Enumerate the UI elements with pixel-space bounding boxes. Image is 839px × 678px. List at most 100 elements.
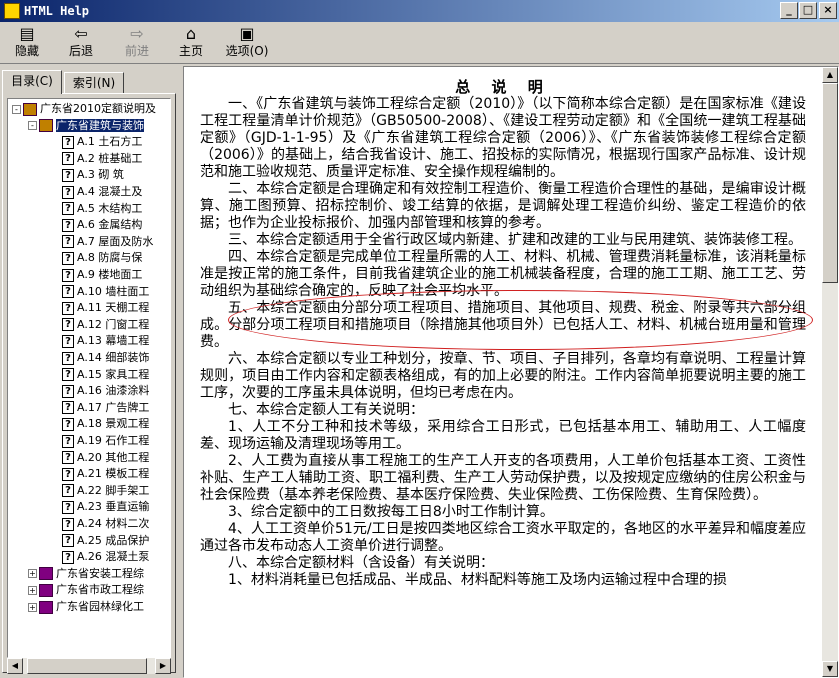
window-title: HTML Help bbox=[24, 4, 90, 18]
help-page-icon: ? bbox=[62, 384, 74, 398]
tab-contents[interactable]: 目录(C) bbox=[2, 70, 62, 94]
tree-item[interactable]: + 广东省市政工程综 bbox=[28, 582, 144, 598]
tree-item[interactable]: ? A.22 脚手架工 bbox=[62, 483, 149, 499]
back-arrow-icon: ⇦ bbox=[74, 24, 88, 43]
tree-item[interactable]: - 广东省建筑与装饰 bbox=[28, 118, 144, 134]
expand-icon[interactable]: + bbox=[28, 602, 37, 612]
help-page-icon: ? bbox=[62, 152, 74, 166]
scroll-thumb[interactable] bbox=[27, 658, 147, 674]
back-button[interactable]: ⇦ 后退 bbox=[58, 24, 104, 62]
tree-item[interactable]: ? A.19 石作工程 bbox=[62, 433, 149, 449]
tree-horizontal-scrollbar[interactable]: ◀ ▶ bbox=[7, 658, 171, 674]
tree-item-label: A.4 混凝土及 bbox=[77, 185, 143, 198]
help-page-icon: ? bbox=[62, 285, 74, 299]
close-button[interactable]: × bbox=[819, 2, 837, 19]
tree-item[interactable]: ? A.18 景观工程 bbox=[62, 416, 149, 432]
tree-item-label: A.16 油漆涂料 bbox=[77, 384, 150, 398]
open-book-icon bbox=[39, 119, 53, 133]
scroll-left-icon[interactable]: ◀ bbox=[7, 658, 23, 674]
content-vertical-scrollbar[interactable]: ▲ ▼ bbox=[822, 67, 838, 677]
tree-item[interactable]: ? A.11 天棚工程 bbox=[62, 300, 149, 316]
tree-item-label: A.12 门窗工程 bbox=[77, 317, 150, 331]
expand-icon[interactable]: + bbox=[28, 569, 37, 579]
minimize-button[interactable]: _ bbox=[780, 2, 798, 19]
scroll-thumb[interactable] bbox=[822, 83, 838, 283]
tree-item[interactable]: ? A.17 广告牌工 bbox=[62, 400, 149, 416]
home-button[interactable]: ⌂ 主页 bbox=[168, 24, 214, 62]
contents-tree: - 广东省2010定额说明及 - 广东省建筑与装饰? A.1 土石方工? A.2 桩基础工… bbox=[7, 98, 171, 658]
scroll-down-icon[interactable]: ▼ bbox=[822, 661, 838, 677]
document-paragraph: 1、材料消耗量已包括成品、半成品、材料配料等施工及场内运输过程中合理的损 bbox=[228, 572, 727, 588]
open-book-icon bbox=[23, 102, 37, 116]
tree-item-label: 广东省市政工程综 bbox=[56, 583, 144, 597]
tree-item[interactable]: ? A.10 墙柱面工 bbox=[62, 284, 149, 300]
tree-item-label: A.11 天棚工程 bbox=[77, 301, 150, 315]
tree-item[interactable]: ? A.1 土石方工 bbox=[62, 134, 142, 150]
collapse-icon[interactable]: - bbox=[12, 104, 21, 114]
options-button[interactable]: ▣ 选项(O) bbox=[220, 24, 274, 62]
tree-item[interactable]: ? A.4 混凝土及 bbox=[62, 184, 142, 200]
tree-item-label: A.25 成品保护 bbox=[77, 533, 150, 547]
tree-item[interactable]: ? A.14 细部装饰 bbox=[62, 350, 149, 366]
tree-item[interactable]: ? A.15 家具工程 bbox=[62, 367, 149, 383]
collapse-icon[interactable]: - bbox=[28, 121, 37, 131]
scroll-right-icon[interactable]: ▶ bbox=[155, 658, 171, 674]
help-page-icon: ? bbox=[62, 218, 74, 232]
tree-item[interactable]: ? A.20 其他工程 bbox=[62, 450, 149, 466]
tree-item-label: A.22 脚手架工 bbox=[77, 483, 150, 497]
tree-item-label: A.1 土石方工 bbox=[77, 135, 143, 149]
help-page-icon: ? bbox=[62, 417, 74, 431]
topic-content: 总 说 明 一、《广东省建筑与装饰工程综合定额（2010）》（以下简称本综合定额… bbox=[183, 66, 839, 678]
document-paragraph: 4、人工工资单价51元/工日是按四类地区综合工资水平取定的，各地区的水平差异和幅… bbox=[200, 521, 806, 554]
tree-item-label: 广东省安装工程综 bbox=[56, 566, 144, 580]
help-page-icon: ? bbox=[62, 401, 74, 415]
tree-item[interactable]: ? A.9 楼地面工 bbox=[62, 267, 142, 283]
tree-item-label: A.14 细部装饰 bbox=[77, 351, 150, 364]
tree-item[interactable]: - 广东省2010定额说明及 bbox=[12, 101, 156, 117]
tree-item[interactable]: ? A.5 木结构工 bbox=[62, 201, 142, 217]
tab-index[interactable]: 索引(N) bbox=[64, 72, 124, 94]
hide-button[interactable]: ▤ 隐藏 bbox=[4, 24, 50, 62]
page-title: 总 说 明 bbox=[455, 78, 551, 96]
help-page-icon: ? bbox=[62, 235, 74, 249]
tree-item[interactable]: + 广东省安装工程综 bbox=[28, 566, 144, 582]
tree-item[interactable]: ? A.6 金属结构 bbox=[62, 217, 142, 233]
tree-item[interactable]: ? A.24 材料二次 bbox=[62, 516, 149, 532]
document-paragraph: 1、人工不分工种和技术等级，采用综合工日形式，已包括基本用工、辅助用工、人工幅度… bbox=[200, 419, 806, 452]
tree-item[interactable]: ? A.16 油漆涂料 bbox=[62, 383, 149, 399]
forward-button[interactable]: ⇨ 前进 bbox=[114, 24, 160, 62]
tree-item[interactable]: ? A.8 防腐与保 bbox=[62, 250, 142, 266]
tree-item-label: A.15 家具工程 bbox=[77, 367, 150, 381]
tree-item[interactable]: ? A.23 垂直运输 bbox=[62, 499, 149, 515]
maximize-button[interactable]: □ bbox=[799, 2, 817, 19]
expand-icon[interactable]: + bbox=[28, 585, 37, 595]
tree-item[interactable]: ? A.26 混凝土泵 bbox=[62, 549, 149, 565]
tree-item-label: A.9 楼地面工 bbox=[77, 268, 143, 281]
document-paragraph: 八、本综合定额材料（含设备）有关说明： bbox=[228, 555, 494, 571]
tree-item[interactable]: ? A.2 桩基础工 bbox=[62, 151, 142, 167]
tree-item[interactable]: ? A.21 模板工程 bbox=[62, 466, 149, 482]
tree-item-label: A.6 金属结构 bbox=[77, 218, 143, 232]
help-page-icon: ? bbox=[62, 434, 74, 448]
help-page-icon: ? bbox=[62, 168, 74, 182]
tree-item-label: A.10 墙柱面工 bbox=[77, 284, 150, 298]
tree-item[interactable]: + 广东省园林绿化工 bbox=[28, 599, 144, 615]
tree-item-label: A.17 广告牌工 bbox=[77, 400, 150, 414]
scroll-up-icon[interactable]: ▲ bbox=[822, 67, 838, 83]
closed-book-icon bbox=[39, 600, 53, 614]
tree-item[interactable]: ? A.3 砌 筑 bbox=[62, 167, 124, 183]
tree-item[interactable]: ? A.12 门窗工程 bbox=[62, 317, 149, 333]
forward-arrow-icon: ⇨ bbox=[130, 24, 144, 43]
tree-item[interactable]: ? A.13 幕墙工程 bbox=[62, 333, 149, 349]
help-page-icon: ? bbox=[62, 351, 74, 365]
tree-item[interactable]: ? A.25 成品保护 bbox=[62, 533, 149, 549]
tree-item-label: A.24 材料二次 bbox=[77, 517, 150, 530]
tree-item-label: A.21 模板工程 bbox=[77, 467, 150, 481]
tree-item-label: A.3 砌 筑 bbox=[77, 168, 124, 182]
navigation-pane: 目录(C) 索引(N) - 广东省2010定额说明及 - 广东省建筑与装饰? A.1 土… bbox=[0, 66, 178, 678]
help-page-icon: ? bbox=[62, 268, 74, 282]
contents-panel: - 广东省2010定额说明及 - 广东省建筑与装饰? A.1 土石方工? A.2 桩基础工… bbox=[2, 93, 176, 674]
closed-book-icon bbox=[39, 567, 53, 581]
tree-item[interactable]: ? A.7 屋面及防水 bbox=[62, 234, 153, 250]
toolbar: ▤ 隐藏 ⇦ 后退 ⇨ 前进 ⌂ 主页 ▣ 选项(O) bbox=[0, 22, 839, 64]
